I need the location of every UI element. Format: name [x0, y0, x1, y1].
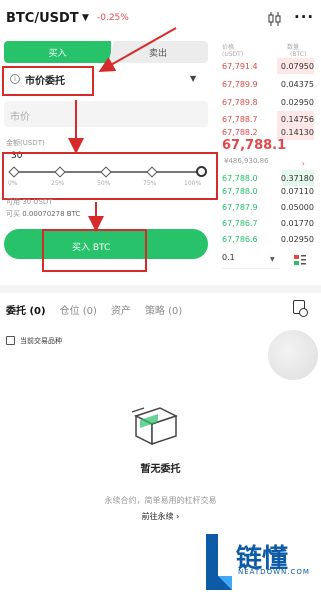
annotation-highlight-box: [42, 229, 147, 272]
orderbook-price-header: 价格: [222, 44, 235, 51]
tab-strategy[interactable]: 策略 (0): [145, 302, 182, 317]
orderbook-bid-row[interactable]: 67,786.6 0.02950: [222, 231, 314, 247]
bid-qty: 0.02950: [280, 234, 314, 244]
can-buy-value: 0.00070278 BTC: [22, 210, 81, 218]
ask-qty: 0.14756: [280, 114, 314, 124]
ask-price: 67,789.9: [222, 79, 258, 89]
chevron-down-icon[interactable]: ▼: [270, 256, 275, 263]
chevron-down-icon[interactable]: ▼: [82, 13, 89, 23]
ask-qty: 0.14130: [280, 127, 314, 137]
ask-price: 67,788.7: [222, 114, 258, 124]
orderbook-ask-row[interactable]: 67,789.8 0.02950: [222, 94, 314, 110]
orderbook-bid-row[interactable]: 67,787.9 0.05000: [222, 199, 314, 215]
ask-qty: 0.07950: [280, 61, 314, 71]
tab-orders[interactable]: 委托 (0): [6, 302, 46, 317]
orderbook-qty-unit: (BTC): [290, 51, 307, 58]
bid-price: 67,787.9: [222, 202, 258, 212]
orderbook-layout-icon[interactable]: [294, 255, 306, 265]
bid-qty: 0.07110: [280, 186, 314, 196]
empty-desc: 永续合约，简单易用的杠杆交易: [104, 496, 217, 505]
annotation-highlight-box: [2, 66, 94, 96]
order-history-icon[interactable]: [293, 300, 308, 317]
chevron-right-icon[interactable]: ›: [302, 160, 305, 168]
ask-price: 67,788.2: [222, 127, 258, 137]
empty-box-icon: [131, 407, 178, 446]
current-pair-checkbox[interactable]: [6, 336, 15, 345]
tab-buy[interactable]: 买入: [4, 41, 111, 63]
bid-price: 67,786.6: [222, 234, 258, 244]
watermark-sub: NEATDOWN.COM: [238, 568, 310, 576]
section-divider: [0, 285, 321, 293]
tab-sell[interactable]: 卖出: [108, 41, 208, 63]
annotation-highlight-box: [2, 152, 218, 200]
last-price: 67,788.1: [222, 138, 287, 153]
ask-price: 67,789.8: [222, 97, 258, 107]
bid-price: 67,786.7: [222, 218, 258, 228]
candlestick-icon[interactable]: [268, 12, 282, 26]
orderbook-ask-row[interactable]: 67,791.4 0.07950: [222, 58, 314, 74]
chevron-down-icon[interactable]: ▼: [190, 74, 196, 83]
more-icon[interactable]: ···: [294, 8, 314, 26]
price-change: -0.25%: [97, 13, 129, 23]
bid-price: 67,788.0: [222, 173, 258, 183]
current-pair-label: 当前交易品种: [20, 337, 62, 345]
ask-qty: 0.04375: [280, 79, 314, 89]
tab-positions[interactable]: 仓位 (0): [60, 302, 97, 317]
ask-price: 67,791.4: [222, 61, 258, 71]
go-perpetual-link[interactable]: 前往永续 ›: [0, 511, 321, 522]
orderbook-bid-row[interactable]: 67,788.0 0.07110: [222, 183, 314, 199]
bid-qty: 0.37180: [280, 173, 314, 183]
bid-qty: 0.01770: [280, 218, 314, 228]
trading-pair[interactable]: BTC/USDT: [6, 11, 79, 26]
amount-label: 金额(USDT): [6, 139, 45, 147]
watermark-logo: [206, 534, 232, 590]
tab-assets[interactable]: 资产: [111, 302, 131, 317]
empty-title: 暂无委托: [140, 464, 181, 475]
can-buy: 可买 0.00070278 BTC: [6, 209, 80, 219]
bid-qty: 0.05000: [280, 202, 314, 212]
bid-price: 67,788.0: [222, 186, 258, 196]
ask-qty: 0.02950: [280, 97, 314, 107]
orderbook-price-unit: (USDT): [222, 51, 244, 58]
orderbook-bid-row[interactable]: 67,786.7 0.01770: [222, 215, 314, 231]
can-buy-label: 可买: [6, 210, 20, 218]
last-price-cny: ¥486,930.86: [224, 157, 269, 165]
floating-assist-button[interactable]: [268, 330, 318, 380]
price-input[interactable]: 市价: [4, 101, 208, 127]
available-balance: 可用 30 USDT: [6, 198, 53, 206]
orderbook-ask-row[interactable]: 67,789.9 0.04375: [222, 76, 314, 92]
orders-tabs: 委托 (0) 仓位 (0) 资产 策略 (0): [6, 302, 182, 317]
orderbook-qty-header: 数量: [287, 44, 300, 51]
